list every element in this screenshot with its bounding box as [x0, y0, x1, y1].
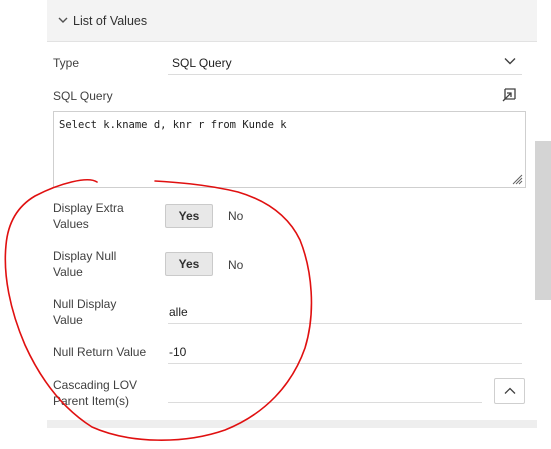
expand-icon[interactable]: [501, 86, 518, 103]
resize-grip-icon[interactable]: [511, 173, 523, 185]
null-return-value-input[interactable]: -10: [169, 345, 186, 359]
display-extra-values-yes-button[interactable]: Yes: [165, 204, 213, 228]
display-extra-values-label-2: Values: [53, 217, 89, 231]
chevron-up-icon: [504, 387, 516, 394]
section-title: List of Values: [73, 14, 148, 28]
display-null-value-label-2: Value: [53, 265, 83, 279]
null-display-value-label-2: Value: [53, 313, 83, 327]
type-select-underline: [168, 74, 522, 75]
null-display-value-underline: [168, 323, 522, 324]
chevron-down-icon[interactable]: [504, 57, 516, 65]
type-label: Type: [53, 56, 80, 70]
chevron-down-icon[interactable]: [58, 15, 68, 25]
cascading-lov-label-2: Parent Item(s): [53, 394, 130, 408]
scrollbar-thumb[interactable]: [535, 141, 551, 300]
panel-bottom-edge: [47, 420, 537, 428]
display-null-value-label-1: Display Null: [53, 249, 117, 263]
cascading-lov-underline: [168, 402, 482, 403]
section-header-list-of-values[interactable]: List of Values: [47, 0, 537, 42]
cascading-lov-picker-button[interactable]: [494, 378, 525, 404]
sql-query-label: SQL Query: [53, 89, 113, 103]
null-return-value-underline: [168, 363, 522, 364]
null-display-value-input[interactable]: alle: [169, 305, 188, 319]
null-return-value-label: Null Return Value: [53, 345, 147, 359]
display-null-value-no-button[interactable]: No: [228, 258, 243, 272]
cascading-lov-label-1: Cascading LOV: [53, 378, 138, 392]
type-select-value[interactable]: SQL Query: [172, 56, 232, 70]
display-null-value-yes-button[interactable]: Yes: [165, 252, 213, 276]
display-extra-values-no-button[interactable]: No: [228, 209, 243, 223]
display-extra-values-label-1: Display Extra: [53, 201, 124, 215]
sql-query-textarea[interactable]: Select k.kname d, knr r from Kunde k: [53, 111, 526, 188]
sql-query-text: Select k.kname d, knr r from Kunde k: [59, 119, 287, 131]
null-display-value-label-1: Null Display: [53, 297, 117, 311]
